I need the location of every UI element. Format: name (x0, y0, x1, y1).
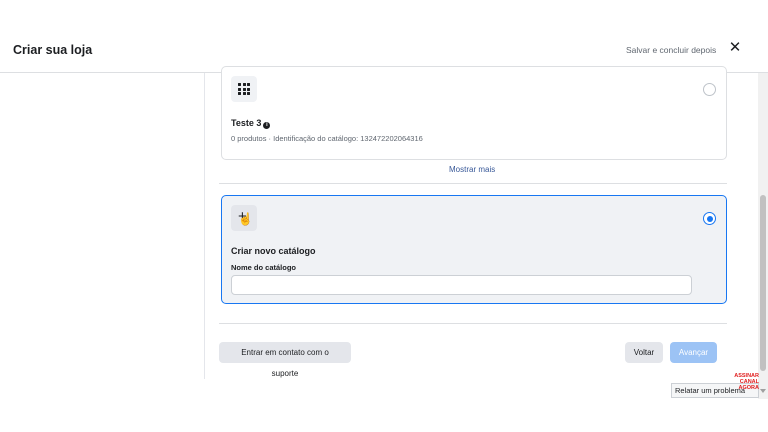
catalog-option-card[interactable]: Teste 3i 0 produtos · Identificação do c… (221, 66, 727, 160)
hand-cursor-icon: ☝ (238, 212, 253, 226)
scrollbar-thumb[interactable] (760, 195, 766, 371)
catalog-name-label: Nome do catálogo (231, 263, 297, 272)
screen: Criar sua loja Salvar e concluir depois … (0, 0, 768, 432)
divider (219, 183, 727, 184)
close-icon[interactable]: ✕ (728, 40, 742, 55)
channel-watermark: ASSINAR CANAL AGORA (734, 373, 759, 391)
new-catalog-option-card[interactable]: + Criar novo catálogo Nome do catálogo (221, 195, 727, 304)
catalog-meta: 0 produtos · Identificação do catálogo: … (231, 134, 423, 143)
catalog-icon-tile (231, 76, 257, 102)
catalog-name: Teste 3i (231, 118, 271, 129)
page-title: Criar sua loja (13, 43, 93, 57)
footer-divider (219, 323, 727, 324)
catalog-name-input[interactable] (231, 275, 692, 295)
new-catalog-title: Criar novo catálogo (231, 246, 316, 256)
scroll-down-arrow-icon[interactable] (760, 389, 766, 393)
vertical-scrollbar[interactable] (758, 73, 768, 399)
catalog-radio[interactable] (703, 83, 716, 96)
column-divider (204, 73, 205, 379)
info-icon[interactable]: i (263, 122, 271, 129)
catalog-name-text: Teste 3 (231, 118, 262, 128)
back-button[interactable]: Voltar (625, 342, 663, 363)
show-more-link[interactable]: Mostrar mais (449, 165, 495, 174)
next-button[interactable]: Avançar (670, 342, 717, 363)
grid-icon (238, 83, 250, 95)
save-and-finish-later-link[interactable]: Salvar e concluir depois (626, 45, 716, 55)
contact-support-button[interactable]: Entrar em contato com o suporte (219, 342, 351, 378)
new-catalog-radio[interactable] (703, 212, 716, 225)
